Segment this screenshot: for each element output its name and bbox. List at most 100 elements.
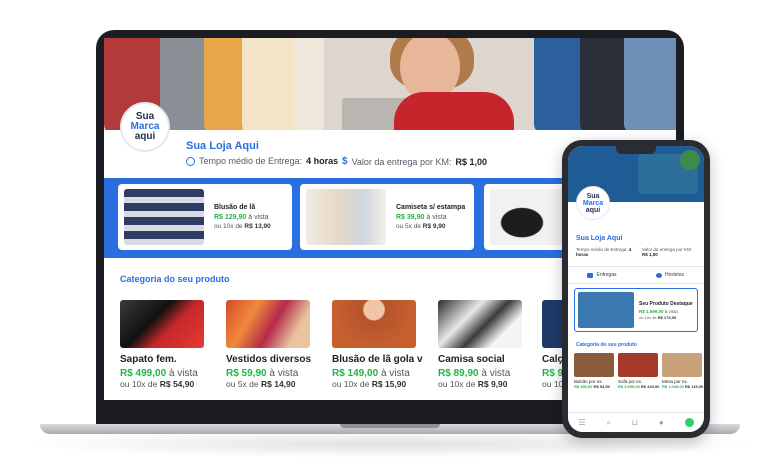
banner-person bbox=[394, 92, 514, 130]
product-card[interactable]: Blusão de lã gola v R$ 149,00 à vista ou… bbox=[332, 300, 432, 389]
installment-value: R$ 54,90 bbox=[159, 379, 195, 389]
installment-value: R$ 14,90 bbox=[261, 379, 296, 389]
tab-entregas[interactable]: Entregas bbox=[568, 267, 636, 283]
device-mockup-stage: Sua Marca aqui Sua Loja Aqui Tempo médio… bbox=[0, 0, 779, 476]
product-installment: ou 5x de R$ 9,90 bbox=[396, 223, 446, 230]
product-price: R$ 149,00 à vista bbox=[332, 368, 432, 379]
product-name: Seu Produto Destaque bbox=[639, 301, 693, 307]
product-price: R$ 59,90 à vista bbox=[226, 368, 326, 379]
user-icon[interactable]: ● bbox=[659, 418, 664, 427]
laptop-notch bbox=[340, 424, 440, 428]
banner-garment bbox=[534, 38, 584, 130]
price-value: R$ 39,90 bbox=[396, 214, 425, 221]
product-card[interactable]: Camisa social R$ 89,90 à vista ou 10x de… bbox=[438, 300, 538, 389]
price-suffix: à vista bbox=[481, 368, 511, 379]
product-image bbox=[578, 292, 634, 328]
price-value: R$ 129,90 bbox=[214, 214, 247, 221]
product-installment: ou 10x de R$ 15,90 bbox=[332, 379, 432, 389]
logo-text: Marca bbox=[582, 199, 604, 207]
brand-logo[interactable]: Sua Marca aqui bbox=[120, 102, 170, 152]
banner-garment bbox=[580, 38, 628, 130]
phone-delivery-fee: Valor da entrega por KM: R$ 1,00 bbox=[642, 247, 698, 257]
product-name: Blusão de lã gola v bbox=[332, 354, 423, 365]
product-price: R$ 89,90 à vista bbox=[438, 368, 538, 379]
cart-icon[interactable]: ⊔ bbox=[632, 418, 638, 427]
whatsapp-icon[interactable] bbox=[684, 418, 694, 427]
installment-value: R$ 54,90 bbox=[593, 384, 610, 389]
installment-value: R$ 9,90 bbox=[422, 223, 446, 230]
product-image bbox=[662, 353, 702, 377]
installment-prefix: ou 10x de bbox=[438, 379, 476, 389]
banner-garment bbox=[204, 38, 244, 130]
product-price: R$ 1.049,00 R$ 115,90 bbox=[662, 384, 704, 389]
product-image bbox=[226, 300, 310, 348]
installment-value: R$ 115,90 bbox=[684, 384, 704, 389]
phone-product-card[interactable]: Mesa por ex. R$ 1.049,00 R$ 115,90 bbox=[662, 353, 704, 389]
product-card[interactable]: Vestidos diversos R$ 59,90 à vista ou 5x… bbox=[226, 300, 326, 389]
phone-brand-logo[interactable]: Sua Marca aqui bbox=[576, 186, 610, 220]
clock-icon bbox=[656, 272, 663, 278]
delivery-time: Tempo médio de Entrega: 4 horas bbox=[186, 156, 338, 166]
price-value: R$ 1.599,00 bbox=[639, 309, 664, 314]
product-card[interactable]: Sapato fem. R$ 499,00 à vista ou 10x de … bbox=[120, 300, 220, 389]
product-name: Vestidos diversos bbox=[226, 354, 312, 365]
store-name: Sua Loja Aqui bbox=[186, 140, 259, 152]
logo-text: Sua bbox=[586, 192, 600, 200]
product-name: Camiseta s/ estampa bbox=[396, 204, 466, 211]
product-price: R$ 3.999,00 R$ 449,90 bbox=[618, 384, 660, 389]
logo-text: aqui bbox=[134, 131, 156, 142]
product-installment: ou 10x de R$ 13,90 bbox=[214, 223, 271, 230]
product-installment: ou 5x de R$ 14,90 bbox=[226, 379, 326, 389]
phone-bottom-nav: ☰ ⌕ ⊔ ● bbox=[568, 412, 704, 432]
phone-store-name: Sua Loja Aqui bbox=[576, 235, 623, 242]
price-value: R$ 499,00 bbox=[574, 384, 593, 389]
dollar-icon: $ bbox=[342, 156, 348, 167]
product-price: R$ 499,00 R$ 54,90 bbox=[574, 384, 616, 389]
truck-icon bbox=[587, 272, 594, 278]
featured-card[interactable]: Blusão de lã R$ 129,90 à vista ou 10x de… bbox=[118, 184, 292, 250]
banner-garment bbox=[242, 38, 298, 130]
product-price: R$ 129,90 à vista bbox=[214, 214, 269, 221]
price-value: R$ 1.049,00 bbox=[662, 384, 684, 389]
price-value: R$ 89,90 bbox=[438, 368, 479, 379]
price-value: R$ 3.999,00 bbox=[618, 384, 640, 389]
product-image bbox=[306, 189, 386, 245]
banner-garment bbox=[624, 38, 676, 130]
meta-value: R$ 1,00 bbox=[642, 252, 658, 257]
phone-featured-card[interactable]: Seu Produto Destaque R$ 1.599,00 à vista… bbox=[574, 288, 698, 332]
featured-card[interactable]: Camiseta s/ estampa R$ 39,90 à vista ou … bbox=[300, 184, 474, 250]
installment-value: R$ 179,90 bbox=[657, 315, 677, 320]
product-installment: ou 10x de R$ 179,90 bbox=[639, 315, 676, 320]
installment-value: R$ 9,90 bbox=[477, 379, 508, 389]
menu-icon[interactable]: ☰ bbox=[578, 418, 585, 427]
price-suffix: à vista bbox=[248, 214, 269, 221]
price-suffix: à vista bbox=[426, 214, 447, 221]
phone-screen: Sua Marca aqui Sua Loja Aqui Tempo médio… bbox=[568, 146, 704, 432]
installment-prefix: ou 10x de bbox=[332, 379, 370, 389]
price-value: R$ 59,90 bbox=[226, 368, 267, 379]
delivery-fee-label: Valor da entrega por KM: bbox=[351, 156, 452, 167]
delivery-fee: $ Valor da entrega por KM: R$ 1,00 bbox=[342, 156, 487, 167]
installment-prefix: ou 5x de bbox=[226, 379, 259, 389]
category-title: Categoria do seu produto bbox=[120, 274, 230, 284]
store-banner bbox=[104, 38, 676, 130]
phone-product-card[interactable]: Sofá por ex. R$ 3.999,00 R$ 449,90 bbox=[618, 353, 660, 389]
search-icon[interactable]: ⌕ bbox=[606, 418, 610, 428]
phone-notch bbox=[616, 146, 656, 154]
product-price: R$ 1.599,00 à vista bbox=[639, 309, 678, 314]
phone-tabs: Entregas Horários bbox=[568, 266, 704, 284]
phone-category-title: Categoria do seu produto bbox=[576, 342, 637, 348]
product-image bbox=[124, 189, 204, 245]
price-suffix: à vista bbox=[380, 368, 410, 379]
product-installment: ou 10x de R$ 9,90 bbox=[438, 379, 538, 389]
phone-product-card[interactable]: Balcão por ex. R$ 499,00 R$ 54,90 bbox=[574, 353, 616, 389]
product-image bbox=[332, 300, 416, 348]
price-value: R$ 149,00 bbox=[332, 368, 379, 379]
installment-value: R$ 13,90 bbox=[244, 223, 271, 230]
product-price: R$ 499,00 à vista bbox=[120, 368, 220, 379]
installment-prefix: ou 10x de bbox=[120, 379, 158, 389]
product-image bbox=[438, 300, 522, 348]
installment-prefix: ou 10x de bbox=[639, 315, 657, 320]
logo-text: aqui bbox=[585, 206, 601, 214]
tab-horarios[interactable]: Horários bbox=[636, 267, 704, 283]
